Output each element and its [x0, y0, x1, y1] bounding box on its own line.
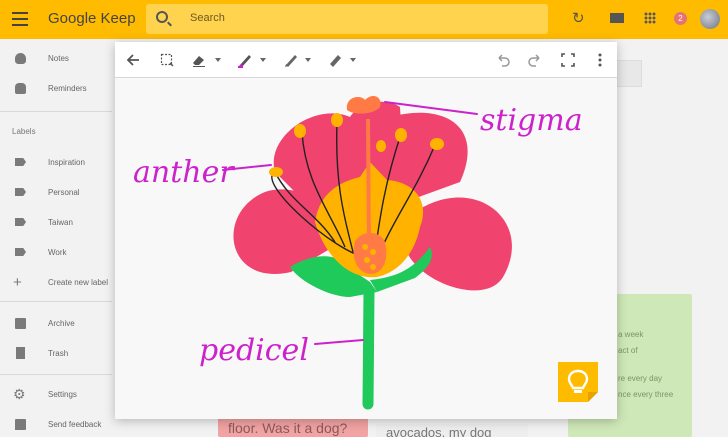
drawing-dialog: anther stigma pedicel [115, 42, 617, 419]
note-card[interactable]: floor. Was it a dog? [218, 418, 368, 437]
sidebar-item-work[interactable]: Work [0, 241, 112, 263]
sidebar-item-label: Trash [48, 348, 69, 358]
undo-icon[interactable] [495, 52, 511, 68]
sidebar-item-label: Create new label [48, 277, 109, 287]
sidebar: Notes Reminders Labels Inspiration Perso… [0, 39, 112, 437]
sidebar-item-personal[interactable]: Personal [0, 181, 112, 203]
sidebar-item-notes[interactable]: Notes [0, 47, 112, 69]
eraser-icon[interactable] [191, 52, 207, 68]
redo-icon[interactable] [527, 52, 543, 68]
label-tag-icon [15, 158, 26, 166]
list-view-icon[interactable] [610, 13, 624, 23]
sidebar-item-label: Notes [48, 53, 69, 63]
fullscreen-icon[interactable] [561, 52, 575, 68]
divider [0, 301, 112, 302]
sidebar-item-inspiration[interactable]: Inspiration [0, 151, 112, 173]
note-text: nce every three [618, 390, 674, 399]
sidebar-item-settings[interactable]: ⚙ Settings [0, 383, 112, 405]
more-vert-icon[interactable] [597, 52, 603, 68]
divider [0, 111, 112, 112]
highlighter-icon[interactable] [327, 52, 343, 68]
chevron-down-icon[interactable] [260, 58, 266, 62]
label-stigma: stigma [480, 103, 583, 138]
sidebar-item-label: Work [48, 247, 67, 257]
chevron-down-icon[interactable] [215, 58, 221, 62]
stem [362, 286, 375, 410]
sidebar-item-label: Send feedback [48, 419, 102, 429]
note-text: act of [618, 346, 638, 355]
pen-icon[interactable] [283, 52, 299, 68]
chevron-down-icon[interactable] [350, 58, 356, 62]
label-pedicel: pedicel [199, 333, 309, 368]
app-title[interactable]: Google Keep [48, 10, 136, 27]
back-arrow-icon[interactable] [126, 52, 140, 68]
style [366, 118, 371, 253]
gear-icon: ⚙ [13, 385, 26, 402]
sidebar-item-label: Taiwan [48, 217, 73, 227]
sidebar-item-label: Archive [48, 318, 75, 328]
label-tag-icon [15, 248, 26, 256]
sidebar-item-label: Inspiration [48, 157, 85, 167]
drawing-canvas[interactable]: anther stigma pedicel [115, 79, 617, 419]
search-input[interactable]: Search [190, 12, 225, 24]
select-icon[interactable] [160, 52, 174, 68]
sidebar-item-taiwan[interactable]: Taiwan [0, 211, 112, 233]
sidebar-item-archive[interactable]: Archive [0, 312, 112, 334]
note-edit-hint [614, 60, 642, 87]
sidebar-item-reminders[interactable]: Reminders [0, 77, 112, 99]
keep-logo-icon [558, 362, 598, 402]
avatar[interactable] [700, 9, 720, 29]
main-menu-icon[interactable] [12, 12, 28, 26]
labels-heading: Labels [12, 127, 36, 136]
feedback-icon [15, 418, 26, 430]
label-tag-icon [15, 218, 26, 226]
note-text: avocados, my dog [386, 425, 492, 437]
notification-badge[interactable]: 2 [674, 12, 687, 25]
reminder-hand-icon [15, 82, 26, 94]
note-text: a week [618, 330, 644, 339]
sidebar-item-label: Settings [48, 389, 77, 399]
sidebar-item-feedback[interactable]: Send feedback [0, 413, 112, 435]
sidebar-item-create-label[interactable]: + Create new label [0, 271, 112, 293]
sidebar-item-trash[interactable]: Trash [0, 342, 112, 364]
bulb-icon [15, 52, 26, 64]
chevron-down-icon[interactable] [305, 58, 311, 62]
archive-icon [15, 317, 26, 329]
label-tag-icon [15, 188, 26, 196]
top-app-bar: Google Keep Search ↻ 2 [0, 0, 728, 39]
apps-grid-icon[interactable] [644, 12, 656, 24]
trash-icon [16, 347, 25, 359]
note-text: floor. Was it a dog? [228, 420, 348, 436]
note-text: re every day [618, 374, 663, 383]
plus-icon: + [13, 273, 22, 291]
sidebar-item-label: Personal [48, 187, 80, 197]
search-bar[interactable]: Search [146, 4, 548, 34]
drawing-toolbar [115, 42, 617, 78]
divider [0, 374, 112, 375]
note-card[interactable]: avocados, my dog [376, 424, 528, 437]
label-anther: anther [133, 155, 235, 190]
search-icon [156, 11, 168, 23]
sidebar-item-label: Reminders [48, 83, 87, 93]
refresh-icon[interactable]: ↻ [572, 11, 585, 27]
marker-icon[interactable] [237, 52, 253, 68]
